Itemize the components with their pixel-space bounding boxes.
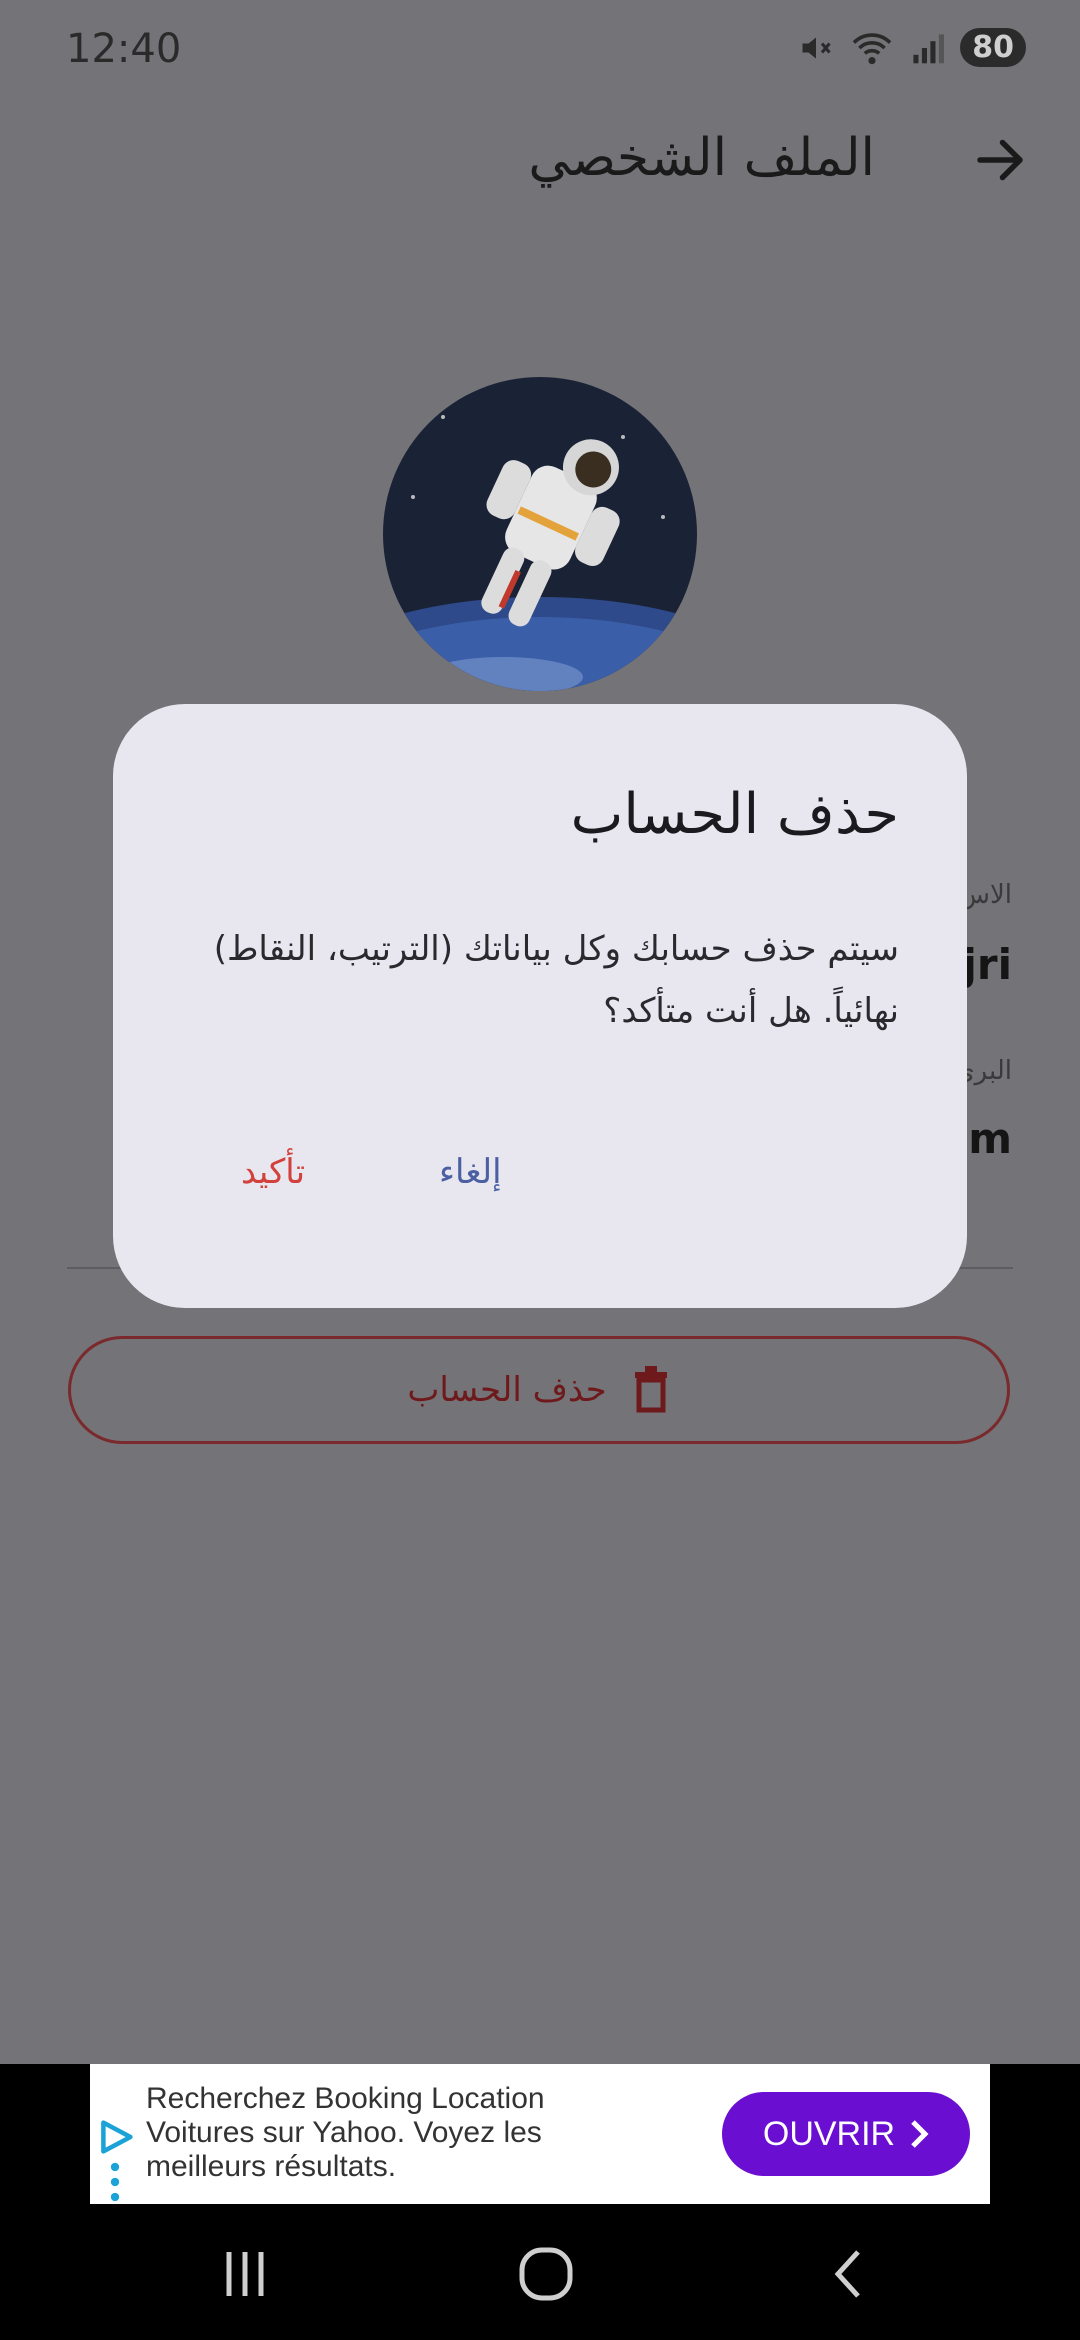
trash-icon [634, 1366, 667, 1413]
recents-icon[interactable] [215, 2244, 275, 2304]
ad-options-icon[interactable] [110, 2162, 120, 2202]
name-field-value: jri [962, 940, 1012, 989]
delete-account-label: حذف الحساب [407, 1370, 607, 1410]
delete-account-dialog: حذف الحساب سيتم حذف حسابك وكل بياناتك (ا… [113, 704, 967, 1308]
ad-banner[interactable]: Recherchez Booking Location Voitures sur… [90, 2064, 990, 2204]
ad-play-icon[interactable] [98, 2119, 134, 2155]
status-time: 12:40 [66, 26, 182, 72]
cancel-button[interactable]: إلغاء [431, 1144, 510, 1200]
wifi-icon [852, 32, 892, 64]
battery-icon: 80 [960, 28, 1026, 67]
delete-account-button[interactable]: حذف الحساب [68, 1336, 1010, 1444]
home-icon[interactable] [516, 2244, 576, 2304]
ad-strip: Recherchez Booking Location Voitures sur… [0, 2064, 1080, 2204]
mute-icon [802, 37, 831, 58]
page-title: الملف الشخصي [528, 128, 875, 188]
avatar[interactable] [383, 377, 697, 691]
app-bar: الملف الشخصي [0, 110, 1080, 210]
ad-open-label: OUVRIR [762, 2114, 896, 2153]
chevron-right-icon [911, 2120, 929, 2148]
status-bar: 12:40 80 [0, 0, 1080, 100]
confirm-button[interactable]: تأكيد [233, 1144, 313, 1200]
signal-icon [913, 33, 945, 63]
dialog-title: حذف الحساب [570, 782, 899, 847]
dialog-message: سيتم حذف حسابك وكل بياناتك (الترتيب، الن… [213, 929, 899, 1031]
arrow-right-icon[interactable] [970, 130, 1030, 190]
status-icons: 80 [798, 28, 1026, 67]
ad-text: Recherchez Booking Location Voitures sur… [146, 2082, 545, 2183]
ad-open-button[interactable]: OUVRIR [722, 2092, 970, 2176]
back-icon[interactable] [820, 2244, 880, 2304]
navigation-bar [0, 2204, 1080, 2340]
